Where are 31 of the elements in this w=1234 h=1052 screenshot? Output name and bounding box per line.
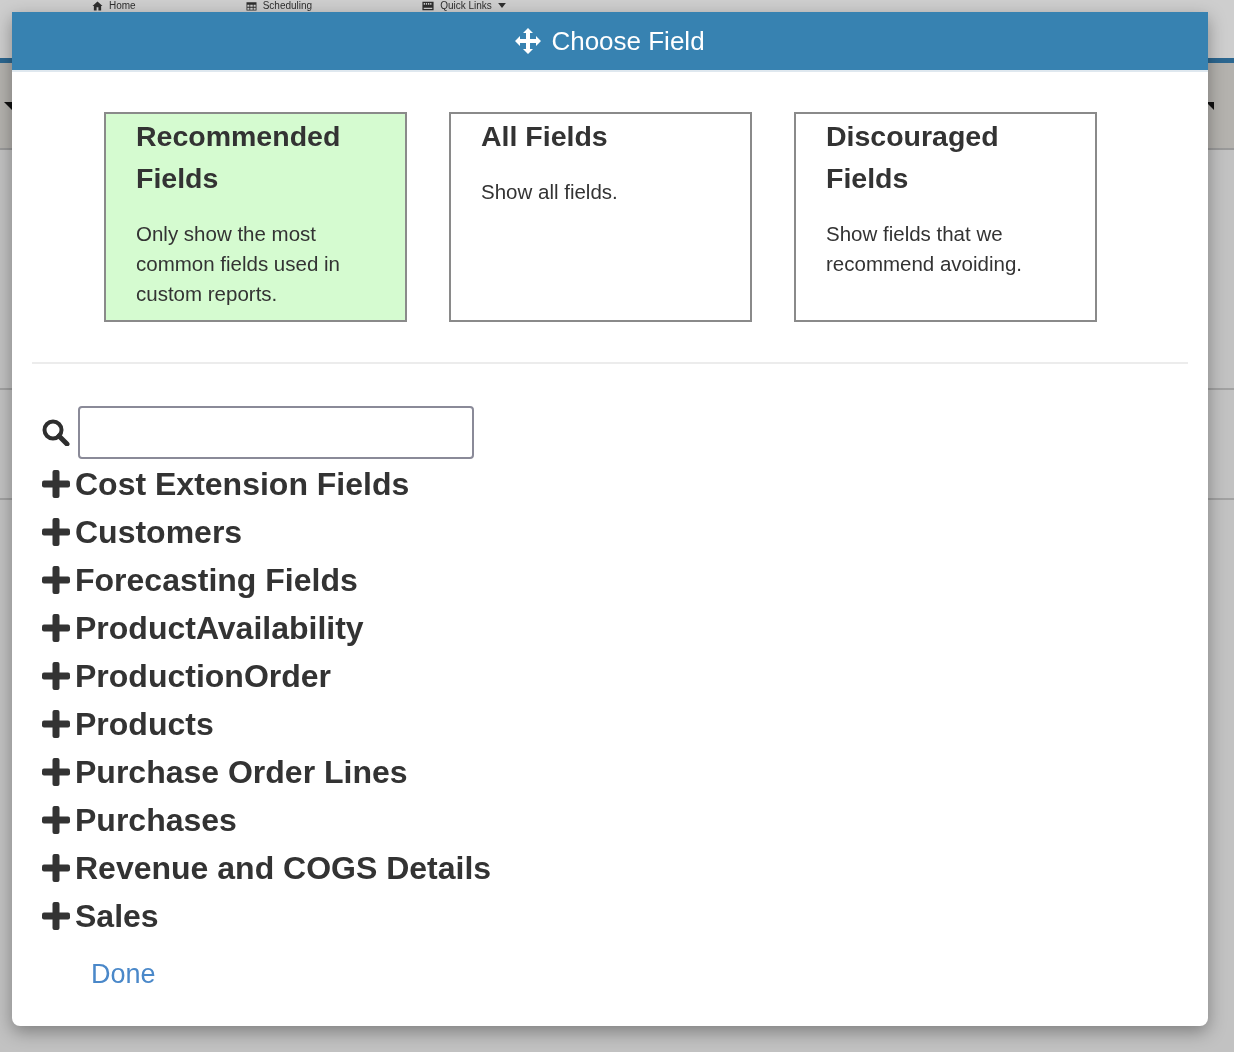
field-group-item[interactable]: Sales bbox=[42, 892, 159, 940]
option-description: Only show the most common fields used in custom reports. bbox=[136, 221, 341, 307]
triangle-icon bbox=[4, 101, 12, 110]
field-group-item[interactable]: Customers bbox=[42, 508, 243, 556]
search-field[interactable] bbox=[78, 406, 474, 459]
nav-link[interactable]: Scheduling bbox=[245, 0, 313, 11]
option-description: Show all fields. bbox=[481, 179, 619, 205]
field-group-item[interactable]: Products bbox=[42, 700, 214, 748]
field-group-item[interactable]: ProductionOrder bbox=[42, 652, 331, 700]
option-title: Recommended Fields bbox=[136, 119, 342, 196]
option-title: All Fields bbox=[481, 119, 609, 154]
field-group-item[interactable]: ProductAvailability bbox=[42, 604, 364, 652]
move-icon bbox=[515, 28, 542, 54]
home-icon bbox=[92, 0, 103, 11]
option-description: Show fields that we recommend avoiding. bbox=[826, 221, 1023, 277]
field-group-item[interactable]: Purchase Order Lines bbox=[42, 748, 408, 796]
search-icon bbox=[42, 419, 70, 446]
field-group-item[interactable]: Revenue and COGS Details bbox=[42, 844, 492, 892]
dialog-title: Choose Field bbox=[551, 26, 705, 56]
nav-link[interactable]: Home bbox=[92, 0, 136, 11]
keyboard-icon bbox=[422, 0, 435, 11]
field-group-item[interactable]: Cost Extension Fields bbox=[42, 460, 410, 508]
option-title: Discouraged Fields bbox=[826, 119, 1000, 196]
filter-option-card[interactable]: All Fields Show all fields. bbox=[449, 112, 752, 322]
nav-link[interactable]: Quick Links bbox=[422, 0, 506, 11]
filter-option-card[interactable]: Discouraged Fields Show fields that we recommend avoiding. bbox=[794, 112, 1097, 322]
field-group-item[interactable]: Purchases bbox=[42, 796, 237, 844]
field-group-item[interactable]: Forecasting Fields bbox=[42, 556, 358, 604]
calendar-icon bbox=[245, 0, 257, 11]
done-link[interactable]: Done bbox=[91, 957, 156, 991]
filter-option-card[interactable]: Recommended Fields Only show the most common fields used in custom reports. bbox=[104, 112, 407, 322]
